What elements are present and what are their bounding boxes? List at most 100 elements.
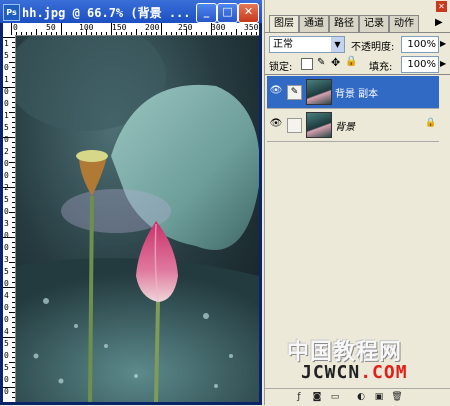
- ruler-label: 0: [4, 99, 9, 108]
- tab-actions[interactable]: 动作: [389, 15, 419, 32]
- ruler-tick: [9, 162, 15, 163]
- ruler-tick: [12, 152, 15, 153]
- ruler-tick: [12, 177, 15, 178]
- link-slot[interactable]: [287, 118, 302, 133]
- ruler-label: 1: [4, 75, 9, 84]
- watermark: 中国教程网 JCWCN.COM: [265, 330, 450, 386]
- ruler-tick: [12, 182, 15, 183]
- lock-all-icon[interactable]: 🔒: [345, 56, 357, 67]
- trash-icon[interactable]: 🗑: [391, 391, 403, 403]
- ruler-label: 0: [4, 159, 9, 168]
- ruler-tick: [256, 32, 257, 35]
- document-title: hh.jpg @ 66.7% (背景 ...: [22, 6, 191, 20]
- ruler-label: 0: [13, 23, 18, 32]
- ruler-horizontal[interactable]: 0 50 100 150 200 250 300 350: [3, 23, 259, 36]
- ruler-tick: [166, 32, 167, 35]
- ruler-tick: [66, 32, 67, 35]
- palette-bottom-bar: ƒ ◙ ▭ ◐ ▣ 🗑: [265, 388, 450, 406]
- opacity-input[interactable]: 100%: [401, 36, 439, 53]
- ruler-tick: [56, 32, 57, 35]
- ruler-tick: [12, 117, 15, 118]
- lock-paint-icon[interactable]: ✎: [317, 57, 325, 68]
- ruler-tick: [9, 312, 15, 313]
- lock-row: 锁定: ✎ ✥ 🔒 填充: 100% ▶: [265, 54, 450, 75]
- ruler-tick: [12, 202, 15, 203]
- adjustment-layer-icon[interactable]: ◐: [355, 391, 367, 403]
- opacity-arrow-icon[interactable]: ▶: [440, 39, 446, 48]
- fill-input[interactable]: 100%: [401, 56, 439, 73]
- ruler-tick: [12, 322, 15, 323]
- ruler-tick: [31, 32, 32, 35]
- layer-thumbnail: [306, 79, 332, 105]
- layer-mask-icon[interactable]: ◙: [311, 391, 323, 403]
- palette-titlebar[interactable]: ✕: [265, 0, 450, 14]
- photoshop-icon: Ps: [3, 4, 20, 21]
- ruler-tick: [12, 282, 15, 283]
- lock-label: 锁定:: [269, 62, 293, 73]
- lock-transparency-icon[interactable]: [301, 58, 313, 70]
- tab-paths[interactable]: 路径: [329, 15, 359, 32]
- ruler-label: 0: [4, 303, 9, 312]
- minimize-button[interactable]: _: [196, 3, 217, 23]
- ruler-tick: [12, 82, 15, 83]
- ruler-tick: [12, 77, 15, 78]
- ruler-label: 4: [4, 327, 9, 336]
- ruler-tick: [206, 32, 207, 35]
- eye-icon[interactable]: 👁: [269, 118, 283, 130]
- ruler-tick: [12, 367, 15, 368]
- ruler-tick: [12, 92, 15, 93]
- layer-name[interactable]: 背景: [335, 118, 355, 133]
- ruler-tick: [12, 72, 15, 73]
- ruler-tick: [12, 382, 15, 383]
- layer-row-background-copy[interactable]: 👁 ✎ 背景 副本: [267, 76, 439, 109]
- ruler-label: 0: [4, 387, 9, 396]
- ruler-tick: [12, 142, 15, 143]
- palette-menu-arrow-icon[interactable]: ▶: [435, 17, 443, 28]
- layer-name[interactable]: 背景 副本: [335, 85, 378, 100]
- document-title-bar[interactable]: Ps hh.jpg @ 66.7% (背景 ... _ □ ✕: [0, 0, 262, 23]
- image-canvas[interactable]: [16, 36, 259, 402]
- blend-row: 正常 ▼ 不透明度: 100% ▶: [265, 34, 450, 56]
- ruler-vertical[interactable]: 1 5 0 1 0 0 1 5 0 2 0 0 2 5 0 3 0 0 3 5 0 4 0 0 4 5 0 5 0 0: [3, 35, 16, 402]
- tab-history[interactable]: 记录: [359, 15, 389, 32]
- ruler-label: 0: [4, 63, 9, 72]
- ruler-tick: [76, 32, 77, 35]
- new-set-icon[interactable]: ▭: [329, 391, 341, 403]
- ruler-label: 5: [4, 267, 9, 276]
- ruler-tick: [226, 32, 227, 35]
- ruler-label: 5: [4, 195, 9, 204]
- ruler-tick: [12, 277, 15, 278]
- ruler-tick: [12, 297, 15, 298]
- ruler-label: 0: [4, 207, 9, 216]
- ruler-tick: [12, 147, 15, 148]
- ruler-tick: [41, 32, 42, 35]
- ruler-tick: [12, 252, 15, 253]
- ruler-tick: [3, 37, 15, 38]
- lock-move-icon[interactable]: ✥: [331, 56, 340, 69]
- close-button[interactable]: ✕: [238, 3, 259, 23]
- eye-icon[interactable]: 👁: [269, 85, 283, 97]
- ruler-tick: [176, 32, 177, 35]
- fill-arrow-icon[interactable]: ▶: [440, 59, 446, 68]
- ruler-tick: [231, 32, 232, 35]
- ruler-tick: [221, 32, 222, 35]
- ruler-tick: [151, 32, 152, 35]
- ruler-label: 250: [178, 23, 193, 32]
- palette-close-icon[interactable]: ✕: [436, 1, 447, 12]
- ruler-label: 50: [46, 23, 56, 32]
- tab-layers[interactable]: 图层: [269, 15, 299, 32]
- new-layer-icon[interactable]: ▣: [373, 391, 385, 403]
- ruler-tick: [101, 32, 102, 35]
- ruler-tick: [51, 32, 52, 35]
- ruler-label: 5: [4, 363, 9, 372]
- layer-row-background[interactable]: 👁 背景 🔒: [267, 109, 439, 142]
- maximize-button[interactable]: □: [217, 3, 238, 23]
- tab-channels[interactable]: 通道: [299, 15, 329, 32]
- ruler-tick: [12, 102, 15, 103]
- blend-mode-select[interactable]: 正常 ▼: [269, 36, 345, 53]
- blend-mode-value: 正常: [273, 39, 293, 50]
- ruler-tick: [3, 337, 15, 338]
- chevron-down-icon: ▼: [331, 37, 344, 52]
- layer-style-icon[interactable]: ƒ: [293, 391, 305, 403]
- ruler-tick: [21, 32, 22, 35]
